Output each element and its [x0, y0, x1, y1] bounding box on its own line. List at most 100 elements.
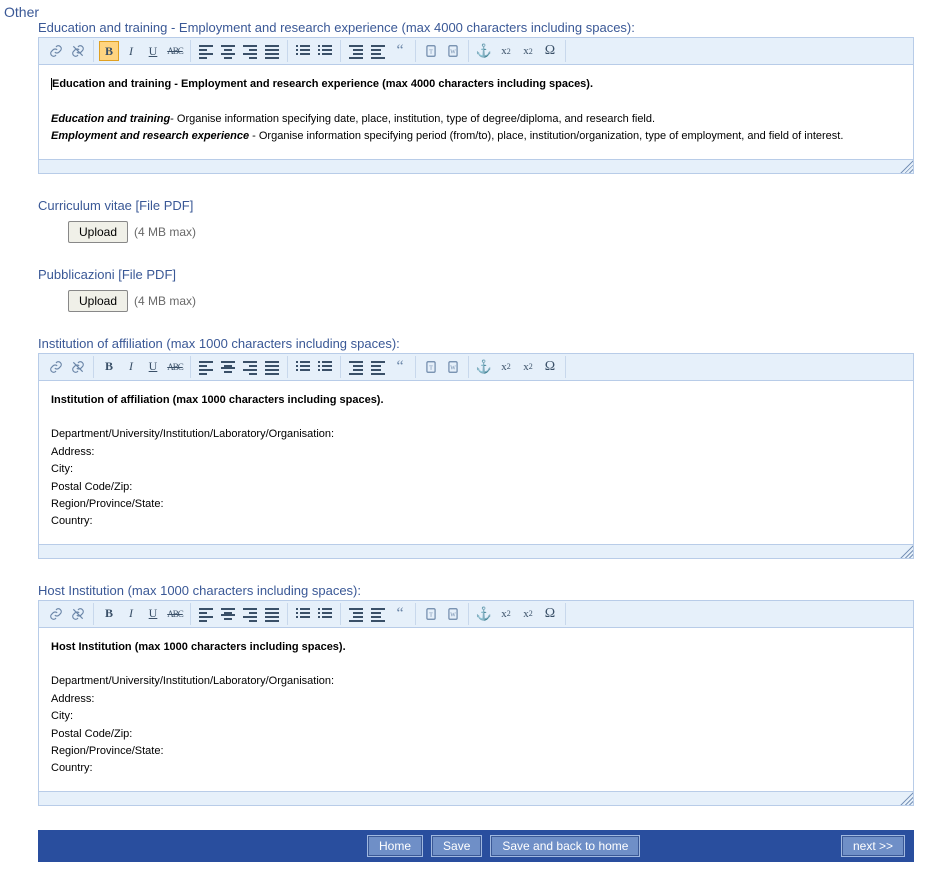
- align-right-icon[interactable]: [240, 41, 260, 61]
- outdent-icon[interactable]: [346, 41, 366, 61]
- numbered-list-icon[interactable]: [315, 604, 335, 624]
- underline-button[interactable]: U: [143, 604, 163, 624]
- align-center-icon[interactable]: [218, 604, 238, 624]
- anchor-icon[interactable]: ⚓: [474, 41, 494, 61]
- bullet-list-icon[interactable]: [293, 604, 313, 624]
- align-justify-icon[interactable]: [262, 41, 282, 61]
- label-host: Host Institution (max 1000 characters in…: [38, 583, 914, 598]
- paste-text-icon[interactable]: T: [421, 604, 441, 624]
- affil-l4: Postal Code/Zip:: [51, 480, 901, 495]
- subscript-button[interactable]: x2: [496, 604, 516, 624]
- affil-l2: Address:: [51, 445, 901, 460]
- section-affiliation: Institution of affiliation (max 1000 cha…: [38, 336, 914, 559]
- content-title: Host Institution (max 1000 characters in…: [51, 640, 901, 655]
- underline-button[interactable]: U: [143, 357, 163, 377]
- save-button[interactable]: Save: [432, 836, 481, 856]
- svg-text:W: W: [450, 612, 456, 618]
- upload-pub-button[interactable]: Upload: [68, 290, 128, 312]
- superscript-button[interactable]: x2: [518, 41, 538, 61]
- align-justify-icon[interactable]: [262, 604, 282, 624]
- bullet-list-icon[interactable]: [293, 41, 313, 61]
- numbered-list-icon[interactable]: [315, 41, 335, 61]
- editor-body-host[interactable]: Host Institution (max 1000 characters in…: [39, 628, 913, 791]
- bold-button[interactable]: B: [99, 41, 119, 61]
- svg-text:T: T: [429, 365, 433, 371]
- affil-l1: Department/University/Institution/Labora…: [51, 427, 901, 442]
- indent-icon[interactable]: [368, 41, 388, 61]
- blockquote-icon[interactable]: “: [390, 604, 410, 624]
- editor-host: B I U ABC “ T W: [38, 600, 914, 806]
- paste-word-icon[interactable]: W: [443, 357, 463, 377]
- numbered-list-icon[interactable]: [315, 357, 335, 377]
- save-back-button[interactable]: Save and back to home: [491, 836, 639, 856]
- italic-button[interactable]: I: [121, 604, 141, 624]
- editor-education: B I U ABC “ T W: [38, 37, 914, 174]
- subscript-button[interactable]: x2: [496, 357, 516, 377]
- bullet-list-icon[interactable]: [293, 357, 313, 377]
- home-button[interactable]: Home: [368, 836, 422, 856]
- editor-footer: [39, 791, 913, 805]
- blockquote-icon[interactable]: “: [390, 41, 410, 61]
- content-title: Education and training - Employment and …: [52, 78, 593, 90]
- strikethrough-button[interactable]: ABC: [165, 41, 185, 61]
- link-icon[interactable]: [46, 604, 66, 624]
- special-char-button[interactable]: Ω: [540, 41, 560, 61]
- align-center-icon[interactable]: [218, 357, 238, 377]
- unlink-icon[interactable]: [68, 604, 88, 624]
- link-icon[interactable]: [46, 357, 66, 377]
- resize-handle-icon[interactable]: [899, 791, 913, 805]
- superscript-button[interactable]: x2: [518, 357, 538, 377]
- bold-button[interactable]: B: [99, 357, 119, 377]
- editor-body-education[interactable]: Education and training - Employment and …: [39, 65, 913, 159]
- paste-word-icon[interactable]: W: [443, 41, 463, 61]
- strikethrough-button[interactable]: ABC: [165, 357, 185, 377]
- pub-size-hint: (4 MB max): [134, 294, 196, 308]
- bold-button[interactable]: B: [99, 604, 119, 624]
- link-icon[interactable]: [46, 41, 66, 61]
- align-right-icon[interactable]: [240, 604, 260, 624]
- unlink-icon[interactable]: [68, 357, 88, 377]
- special-char-button[interactable]: Ω: [540, 604, 560, 624]
- underline-button[interactable]: U: [143, 41, 163, 61]
- emp-text: - Organise information specifying period…: [249, 130, 843, 142]
- outdent-icon[interactable]: [346, 604, 366, 624]
- cv-size-hint: (4 MB max): [134, 225, 196, 239]
- label-cv: Curriculum vitae [File PDF]: [38, 198, 914, 213]
- italic-button[interactable]: I: [121, 41, 141, 61]
- section-pub: Pubblicazioni [File PDF] Upload (4 MB ma…: [38, 267, 914, 312]
- svg-text:W: W: [450, 365, 456, 371]
- label-affiliation: Institution of affiliation (max 1000 cha…: [38, 336, 914, 351]
- indent-icon[interactable]: [368, 357, 388, 377]
- italic-button[interactable]: I: [121, 357, 141, 377]
- host-l2: Address:: [51, 692, 901, 707]
- align-left-icon[interactable]: [196, 357, 216, 377]
- special-char-button[interactable]: Ω: [540, 357, 560, 377]
- align-left-icon[interactable]: [196, 604, 216, 624]
- anchor-icon[interactable]: ⚓: [474, 604, 494, 624]
- affil-l6: Country:: [51, 514, 901, 529]
- outdent-icon[interactable]: [346, 357, 366, 377]
- align-right-icon[interactable]: [240, 357, 260, 377]
- paste-text-icon[interactable]: T: [421, 357, 441, 377]
- align-center-icon[interactable]: [218, 41, 238, 61]
- align-justify-icon[interactable]: [262, 357, 282, 377]
- align-left-icon[interactable]: [196, 41, 216, 61]
- subscript-button[interactable]: x2: [496, 41, 516, 61]
- next-button[interactable]: next >>: [842, 836, 904, 856]
- superscript-button[interactable]: x2: [518, 604, 538, 624]
- resize-handle-icon[interactable]: [899, 544, 913, 558]
- host-l5: Region/Province/State:: [51, 744, 901, 759]
- svg-text:T: T: [429, 612, 433, 618]
- editor-body-affiliation[interactable]: Institution of affiliation (max 1000 cha…: [39, 381, 913, 544]
- unlink-icon[interactable]: [68, 41, 88, 61]
- anchor-icon[interactable]: ⚓: [474, 357, 494, 377]
- blockquote-icon[interactable]: “: [390, 357, 410, 377]
- resize-handle-icon[interactable]: [899, 159, 913, 173]
- label-pub: Pubblicazioni [File PDF]: [38, 267, 914, 282]
- svg-text:W: W: [450, 49, 456, 55]
- paste-text-icon[interactable]: T: [421, 41, 441, 61]
- paste-word-icon[interactable]: W: [443, 604, 463, 624]
- upload-cv-button[interactable]: Upload: [68, 221, 128, 243]
- indent-icon[interactable]: [368, 604, 388, 624]
- strikethrough-button[interactable]: ABC: [165, 604, 185, 624]
